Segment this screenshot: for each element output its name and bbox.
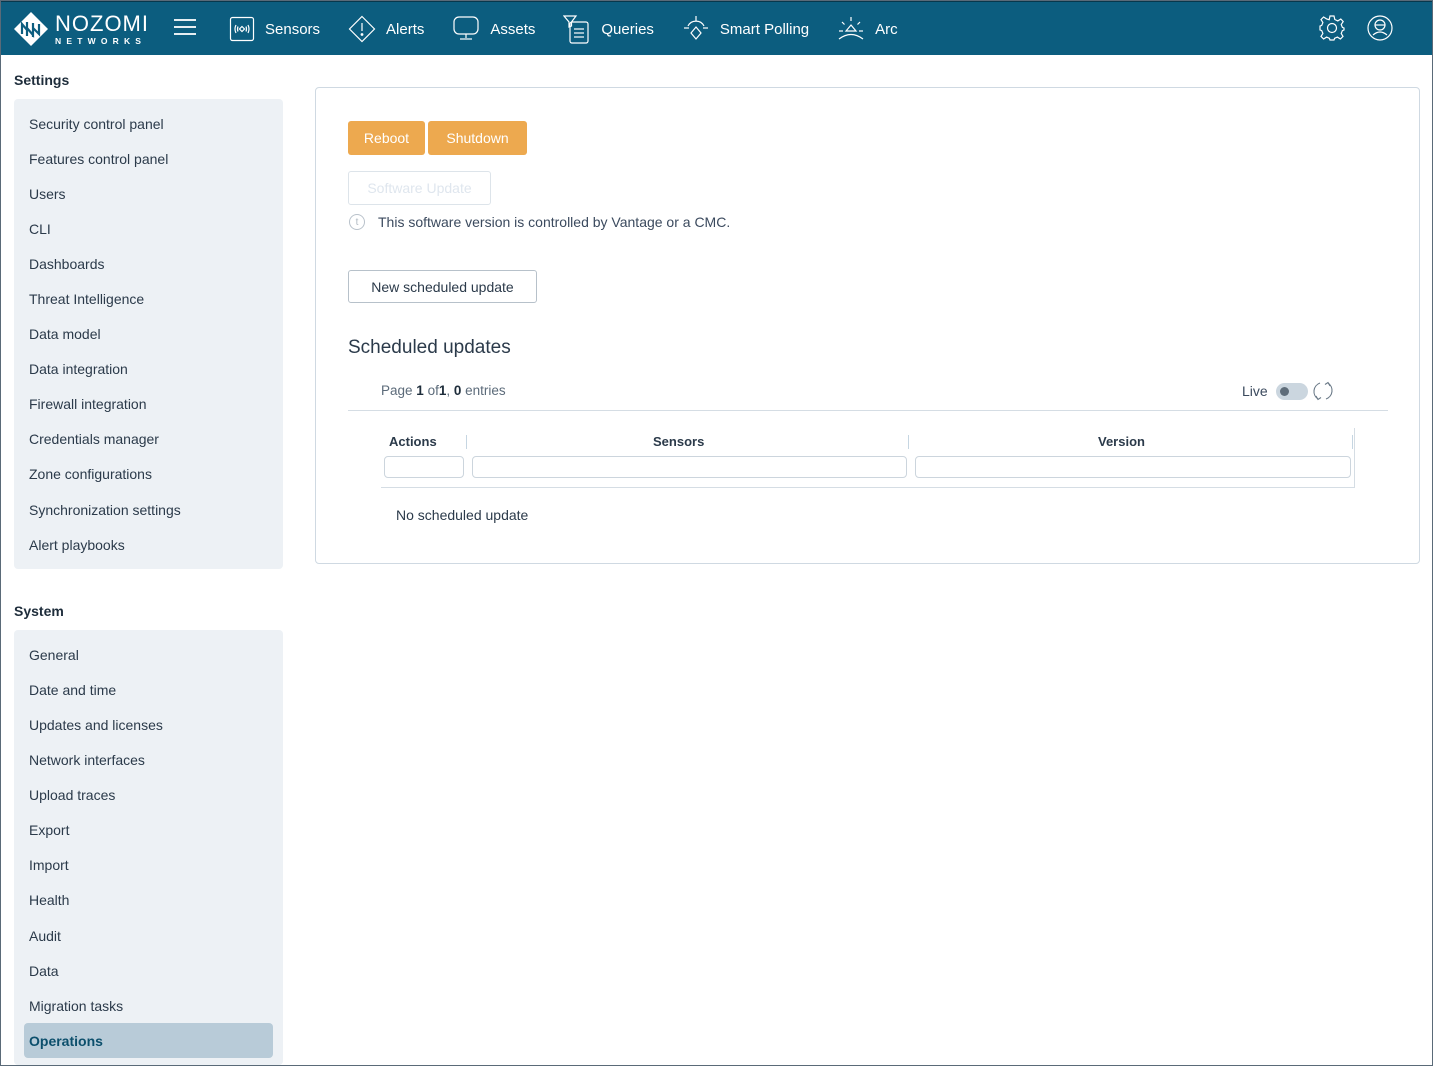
nav-arc-label: Arc	[875, 20, 898, 38]
sidebar-item-import[interactable]: Import	[24, 848, 273, 883]
sidebar-item-threat-intelligence[interactable]: Threat Intelligence	[24, 281, 273, 316]
nav-sensors-label: Sensors	[265, 20, 321, 38]
sidebar-item-synchronization-settings[interactable]: Synchronization settings	[24, 492, 273, 527]
column-header-actions[interactable]: Actions	[389, 434, 437, 449]
version-info-text: This software version is controlled by V…	[378, 214, 731, 230]
live-toggle[interactable]	[1275, 382, 1308, 400]
column-header-version[interactable]: Version	[1098, 434, 1145, 449]
sidebar-item-updates-and-licenses[interactable]: Updates and licenses	[24, 707, 273, 742]
queries-filter-icon	[563, 15, 589, 44]
sidebar-item-firewall-integration[interactable]: Firewall integration	[24, 387, 273, 422]
sidebar-item-migration-tasks[interactable]: Migration tasks	[24, 988, 273, 1023]
sidebar-item-security-control-panel[interactable]: Security control panel	[24, 106, 273, 141]
nav-sensors[interactable]: Sensors	[229, 2, 320, 56]
info-icon: t	[349, 214, 365, 230]
scheduled-updates-title: Scheduled updates	[348, 337, 511, 358]
nav-assets[interactable]: Assets	[452, 2, 535, 56]
settings-section-title: Settings	[14, 72, 70, 88]
sidebar-item-network-interfaces[interactable]: Network interfaces	[24, 743, 273, 778]
nav-alerts-label: Alerts	[386, 20, 425, 38]
nozomi-logo[interactable]: NOZOMI NETWORKS	[13, 11, 149, 47]
sidebar-item-data[interactable]: Data	[24, 953, 273, 988]
pager-entries-label: entries	[465, 383, 506, 398]
sidebar-item-health[interactable]: Health	[24, 883, 273, 918]
operations-panel: Reboot Shutdown Software Update t This s…	[315, 87, 1420, 564]
reboot-button[interactable]: Reboot	[348, 121, 425, 155]
sidebar-item-upload-traces[interactable]: Upload traces	[24, 778, 273, 813]
system-section-title: System	[14, 603, 64, 620]
brand-sub: NETWORKS	[55, 35, 147, 46]
actions-filter-input[interactable]	[384, 456, 464, 478]
pager-of: of	[427, 383, 439, 398]
version-info: t This software version is controlled by…	[349, 214, 730, 230]
column-resize-handle[interactable]	[908, 435, 909, 449]
system-menu: General Date and time Updates and licens…	[14, 630, 283, 1066]
sidebar-item-features-control-panel[interactable]: Features control panel	[24, 141, 273, 176]
sidebar-item-alert-playbooks[interactable]: Alert playbooks	[24, 527, 273, 562]
sidebar-item-credentials-manager[interactable]: Credentials manager	[24, 422, 273, 457]
sidebar-item-data-model[interactable]: Data model	[24, 317, 273, 352]
column-header-sensors[interactable]: Sensors	[653, 434, 704, 449]
software-update-button: Software Update	[348, 171, 491, 205]
sidebar-item-export[interactable]: Export	[24, 813, 273, 848]
sidebar-item-users[interactable]: Users	[24, 176, 273, 211]
pagination-info: Page 1 of1, 0 entries	[381, 383, 506, 398]
live-label: Live	[1242, 383, 1268, 399]
settings-menu: Security control panel Features control …	[14, 99, 283, 570]
column-resize-handle[interactable]	[1352, 435, 1353, 449]
gear-icon[interactable]	[1318, 14, 1346, 42]
sensors-filter-input[interactable]	[472, 456, 907, 478]
column-resize-handle[interactable]	[466, 435, 467, 449]
nav-smart-polling[interactable]: Smart Polling	[682, 2, 809, 56]
pager-total-pages: 1	[438, 383, 447, 398]
user-avatar-icon[interactable]	[1366, 14, 1394, 42]
sidebar: Settings Security control panel Features…	[14, 55, 283, 1066]
nav-alerts[interactable]: Alerts	[348, 2, 424, 56]
new-scheduled-update-button[interactable]: New scheduled update	[348, 270, 537, 303]
shutdown-button[interactable]: Shutdown	[428, 121, 527, 155]
sensors-icon	[229, 16, 255, 42]
nav-queries-label: Queries	[601, 20, 654, 38]
brand-name: NOZOMI	[55, 10, 149, 36]
top-navbar: NOZOMI NETWORKS Sensors Alerts Assets Qu…	[1, 1, 1432, 55]
nav-queries[interactable]: Queries	[563, 2, 654, 56]
sidebar-item-zone-configurations[interactable]: Zone configurations	[24, 457, 273, 492]
sidebar-item-date-and-time[interactable]: Date and time	[24, 672, 273, 707]
sidebar-item-operations[interactable]: Operations	[24, 1023, 273, 1059]
sidebar-item-audit[interactable]: Audit	[24, 918, 273, 953]
alert-diamond-icon	[348, 15, 376, 43]
header-divider	[348, 410, 1388, 411]
live-control: Live	[1242, 379, 1335, 403]
sidebar-item-general[interactable]: General	[24, 637, 273, 672]
monitor-icon	[453, 16, 479, 40]
main-nav: Sensors Alerts Assets Queries Smart Poll…	[229, 2, 926, 56]
sidebar-item-cli[interactable]: CLI	[24, 211, 273, 246]
refresh-icon[interactable]	[1311, 379, 1335, 403]
nav-assets-label: Assets	[490, 20, 536, 38]
scheduled-updates-table: Actions Sensors Version	[381, 428, 1355, 488]
sidebar-item-data-integration[interactable]: Data integration	[24, 352, 273, 387]
nav-smart-polling-label: Smart Polling	[719, 20, 810, 38]
hamburger-menu-icon[interactable]	[174, 19, 196, 37]
nav-arc[interactable]: Arc	[837, 2, 898, 56]
smart-polling-icon	[683, 16, 708, 40]
empty-table-message: No scheduled update	[396, 507, 529, 523]
arc-sun-icon	[838, 17, 864, 40]
version-filter-input[interactable]	[915, 456, 1351, 478]
nozomi-logo-mark-icon	[14, 12, 48, 46]
pager-page: 1	[416, 383, 424, 398]
pager-entries-count: 0	[453, 383, 462, 398]
pager-prefix: Page	[381, 383, 413, 398]
sidebar-item-dashboards[interactable]: Dashboards	[24, 246, 273, 281]
